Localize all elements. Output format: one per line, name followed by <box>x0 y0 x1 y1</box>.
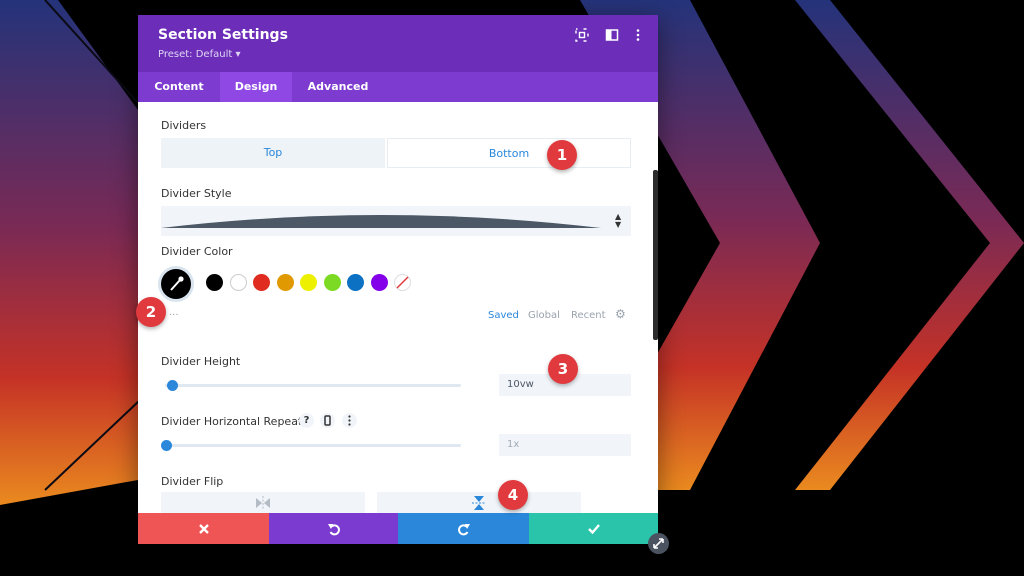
more-options-icon[interactable] <box>631 28 645 42</box>
cancel-button[interactable] <box>138 513 269 544</box>
flip-vertical-button[interactable] <box>377 492 581 513</box>
scrollbar[interactable] <box>653 170 658 340</box>
divider-style-select[interactable]: ▲ ▼ <box>161 206 631 236</box>
more-colors-icon[interactable]: ... <box>169 307 179 318</box>
color-tab-global[interactable]: Global <box>528 310 560 321</box>
divider-shape-preview <box>161 215 601 228</box>
dividers-label: Dividers <box>161 119 207 132</box>
tab-design[interactable]: Design <box>220 72 292 102</box>
save-button[interactable] <box>529 513 658 544</box>
modal-header[interactable]: Section Settings Preset: Default ▾ <box>138 15 658 72</box>
resize-handle[interactable] <box>648 533 669 554</box>
checkmark-icon <box>587 524 600 535</box>
close-icon <box>198 524 209 534</box>
color-tab-recent[interactable]: Recent <box>571 310 606 321</box>
redo-icon <box>457 524 470 536</box>
flip-horizontal-icon <box>256 496 270 510</box>
divider-style-label: Divider Style <box>161 187 232 200</box>
help-question-icon[interactable]: ? <box>299 413 314 428</box>
dividers-tab-bottom[interactable]: Bottom <box>387 138 631 168</box>
color-swatch-green[interactable] <box>324 274 341 291</box>
flip-horizontal-button[interactable] <box>161 492 365 513</box>
no-color-swatch-icon[interactable] <box>394 274 411 291</box>
color-swatch-orange[interactable] <box>277 274 294 291</box>
color-picker-button[interactable] <box>161 269 191 299</box>
divider-height-slider-handle[interactable] <box>167 380 178 391</box>
palette-settings-gear-icon[interactable]: ⚙ <box>615 307 626 321</box>
tab-content[interactable]: Content <box>138 72 220 102</box>
resize-arrows-icon <box>653 538 664 549</box>
color-swatch-black[interactable] <box>206 274 223 291</box>
color-swatch-yellow[interactable] <box>300 274 317 291</box>
section-settings-modal: Section Settings Preset: Default ▾ Conte… <box>138 15 658 544</box>
color-swatch-purple[interactable] <box>371 274 388 291</box>
eyedropper-icon <box>170 276 184 291</box>
divider-height-label: Divider Height <box>161 355 241 368</box>
flip-vertical-icon <box>472 496 486 510</box>
divider-color-label: Divider Color <box>161 245 233 258</box>
divider-repeat-label: Divider Horizontal Repeat <box>161 415 303 428</box>
tab-advanced[interactable]: Advanced <box>292 72 384 102</box>
color-swatch-white[interactable] <box>230 274 247 291</box>
caret-down-icon: ▾ <box>235 49 241 60</box>
annotation-badge-3: 3 <box>548 354 578 384</box>
select-arrows-icon: ▲ ▼ <box>615 212 622 229</box>
divider-repeat-slider-handle[interactable] <box>161 440 172 451</box>
divider-flip-label: Divider Flip <box>161 475 224 488</box>
divider-repeat-input[interactable]: 1x <box>499 434 631 456</box>
annotation-badge-1: 1 <box>547 140 577 170</box>
annotation-badge-2: 2 <box>136 297 166 327</box>
divider-height-slider-track[interactable] <box>165 384 461 387</box>
annotation-badge-4: 4 <box>498 480 528 510</box>
settings-body: Dividers Top Bottom Divider Style ▲ ▼ Div… <box>138 102 658 513</box>
undo-icon <box>327 524 340 536</box>
redo-button[interactable] <box>398 513 529 544</box>
modal-footer <box>138 513 658 544</box>
color-tab-saved[interactable]: Saved <box>488 310 519 321</box>
divider-repeat-slider-track[interactable] <box>165 444 461 447</box>
responsive-phone-icon[interactable] <box>320 413 335 428</box>
preset-label: Preset: Default <box>158 49 233 60</box>
settings-tabs: Content Design Advanced <box>138 72 658 102</box>
color-swatch-blue[interactable] <box>347 274 364 291</box>
dividers-tab-top[interactable]: Top <box>161 138 385 168</box>
fullscreen-icon[interactable] <box>575 28 589 42</box>
undo-button[interactable] <box>269 513 398 544</box>
modal-title: Section Settings <box>158 27 288 43</box>
preset-dropdown[interactable]: Preset: Default ▾ <box>158 49 241 60</box>
sidebar-toggle-icon[interactable] <box>605 28 619 42</box>
color-swatch-red[interactable] <box>253 274 270 291</box>
more-vertical-icon[interactable] <box>342 413 357 428</box>
